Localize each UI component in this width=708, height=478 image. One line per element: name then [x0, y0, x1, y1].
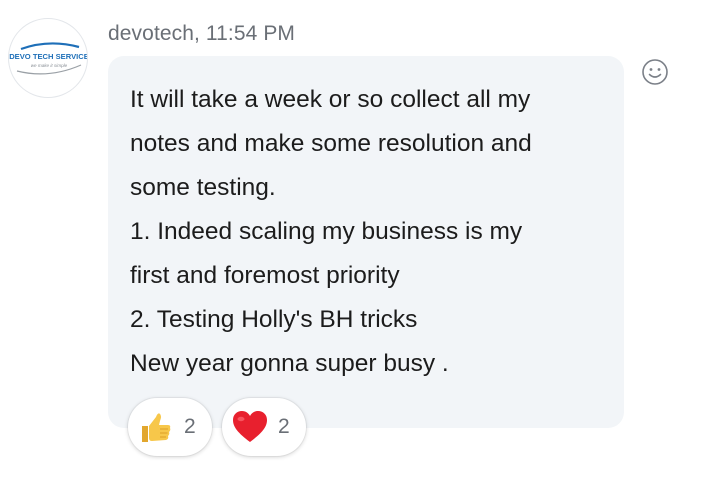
logo-text: DEVO TECH SERVICE: [9, 52, 88, 61]
message-line: notes and make some resolution and: [130, 130, 532, 157]
avatar[interactable]: DEVO TECH SERVICE we make it simple: [8, 18, 88, 98]
message-header: devotech, 11:54 PM: [108, 22, 296, 45]
message-line: It will take a week or so collect all my: [130, 86, 531, 113]
message-line: first and foremost priority: [130, 262, 400, 289]
logo-tagline: we make it simple: [31, 63, 68, 68]
heart-count: 2: [278, 415, 290, 438]
message-line: 2. Testing Holly's BH tricks: [130, 306, 418, 333]
heart-reaction-button[interactable]: 2: [222, 398, 306, 456]
like-reaction-button[interactable]: 2: [128, 398, 212, 456]
reactions-bar: 2 2: [128, 398, 306, 456]
chat-message-view: DEVO TECH SERVICE we make it simple devo…: [0, 0, 708, 478]
message-line: some testing.: [130, 174, 276, 201]
thumbs-up-icon: [142, 413, 171, 442]
smiley-icon[interactable]: [641, 58, 669, 86]
devotech-logo: DEVO TECH SERVICE we make it simple: [9, 42, 88, 75]
heart-icon: [233, 411, 267, 442]
message-bubble: It will take a week or so collect all my…: [108, 56, 624, 428]
message-line: 1. Indeed scaling my business is my: [130, 218, 523, 245]
message-line: New year gonna super busy .: [130, 350, 449, 377]
like-count: 2: [184, 415, 196, 438]
